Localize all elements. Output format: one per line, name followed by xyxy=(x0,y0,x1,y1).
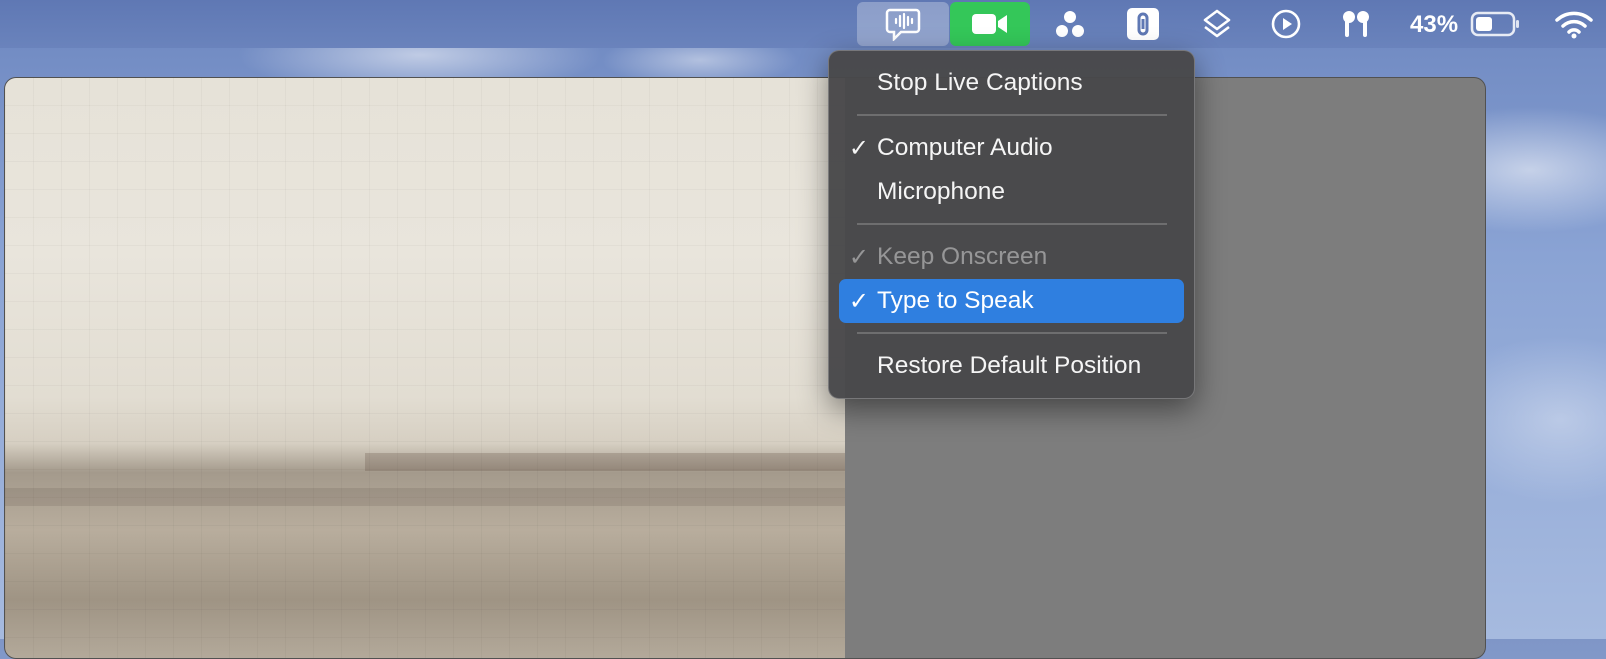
menu-item-label: Restore Default Position xyxy=(877,352,1142,379)
video-preview xyxy=(5,78,845,658)
menu-item-label: Keep Onscreen xyxy=(877,243,1048,270)
one-password-menu-extra[interactable] xyxy=(1123,2,1163,46)
control-dots-icon xyxy=(1056,11,1084,37)
menu-separator xyxy=(857,223,1167,225)
live-captions-menu-extra[interactable] xyxy=(857,2,949,46)
battery-menu-extra[interactable] xyxy=(1468,2,1524,46)
background-app-window[interactable] xyxy=(4,77,1486,659)
battery-icon xyxy=(1470,11,1519,37)
live-captions-dropdown-menu: Stop Live Captions ✓ Computer Audio Micr… xyxy=(828,50,1195,399)
menu-item-keep-onscreen: ✓ Keep Onscreen xyxy=(839,235,1184,279)
wifi-icon xyxy=(1555,11,1593,39)
menu-item-microphone[interactable]: Microphone xyxy=(839,170,1184,214)
menu-item-label: Stop Live Captions xyxy=(877,69,1083,96)
now-playing-menu-extra[interactable] xyxy=(1266,2,1306,46)
facetime-video-icon xyxy=(972,14,1007,34)
one-password-icon xyxy=(1127,8,1159,40)
play-circle-icon xyxy=(1271,9,1301,39)
menu-separator xyxy=(857,332,1167,334)
live-captions-icon xyxy=(885,8,921,41)
menu-item-label: Computer Audio xyxy=(877,134,1053,161)
airpods-icon xyxy=(1343,11,1369,37)
menu-item-restore-default-position[interactable]: Restore Default Position xyxy=(839,344,1184,388)
blur-band xyxy=(5,488,845,506)
battery-percentage: 43% xyxy=(1410,11,1459,38)
wifi-menu-extra[interactable] xyxy=(1552,2,1596,46)
control-dots-menu-extra[interactable] xyxy=(1050,2,1090,46)
blur-band xyxy=(365,453,845,471)
menu-item-label: Microphone xyxy=(877,178,1006,205)
menu-separator xyxy=(857,114,1167,116)
checkmark-icon: ✓ xyxy=(848,134,869,162)
shortcuts-menu-extra[interactable] xyxy=(1197,2,1237,46)
facetime-video-menu-extra[interactable] xyxy=(950,2,1030,46)
checkmark-icon: ✓ xyxy=(848,287,869,315)
airpods-menu-extra[interactable] xyxy=(1336,2,1376,46)
menu-bar: 43% xyxy=(0,0,1606,48)
stack-layers-icon xyxy=(1203,9,1231,38)
menu-item-type-to-speak[interactable]: ✓ Type to Speak xyxy=(839,279,1184,323)
checkmark-icon: ✓ xyxy=(848,243,869,271)
menu-item-label: Type to Speak xyxy=(877,287,1034,314)
menu-item-stop-live-captions[interactable]: Stop Live Captions xyxy=(839,61,1184,105)
menu-item-computer-audio[interactable]: ✓ Computer Audio xyxy=(839,126,1184,170)
pixelation-overlay xyxy=(5,78,845,658)
